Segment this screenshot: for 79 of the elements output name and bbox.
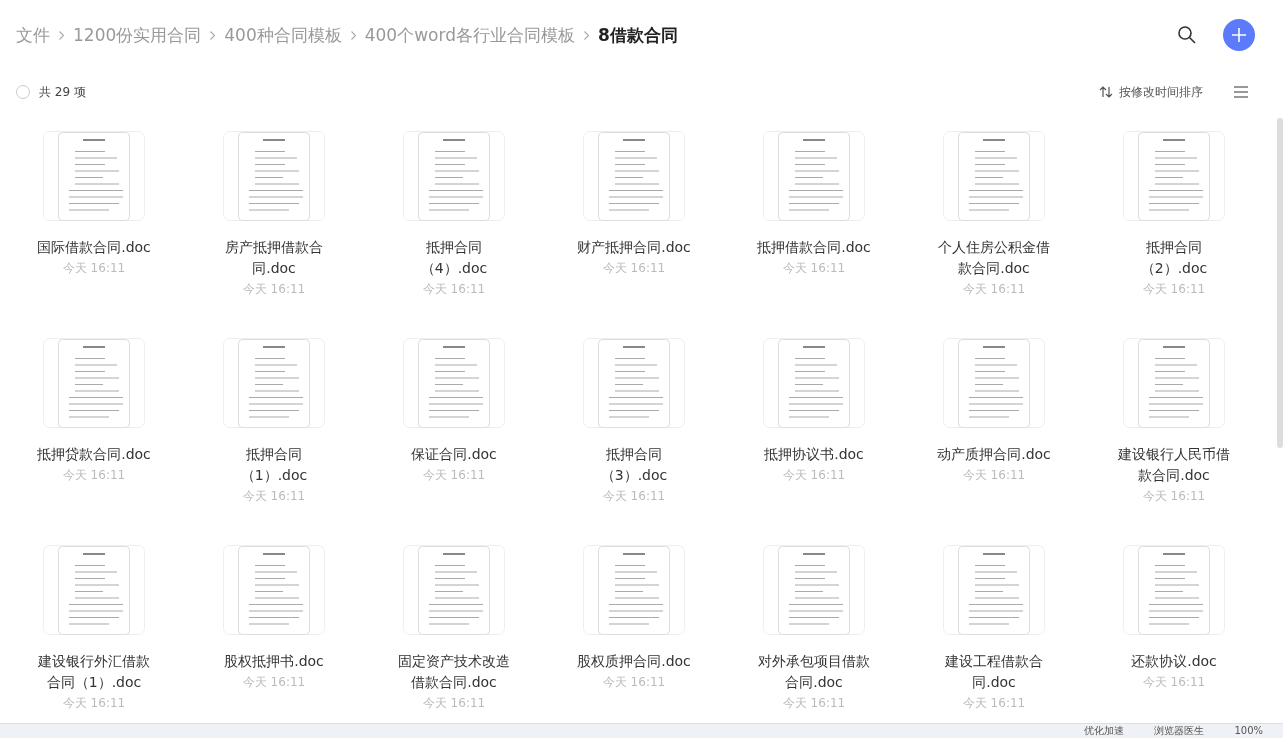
- file-name[interactable]: 对外承包项目借款合同.doc: [754, 651, 874, 693]
- document-thumbnail[interactable]: [943, 545, 1045, 635]
- document-thumbnail[interactable]: [1123, 131, 1225, 221]
- modified-time: 今天 16:11: [62, 467, 126, 484]
- file-name[interactable]: 财产抵押合同.doc: [574, 237, 694, 258]
- modified-time: 今天 16:11: [1142, 281, 1206, 298]
- file-name[interactable]: 股权质押合同.doc: [574, 651, 694, 672]
- file-name[interactable]: 建设银行外汇借款合同（1）.doc: [34, 651, 154, 693]
- item-count: 共 29 项: [39, 83, 86, 101]
- file-name[interactable]: 抵押合同（4）.doc: [394, 237, 514, 279]
- scrollbar[interactable]: [1277, 118, 1283, 448]
- file-name[interactable]: 房产抵押借款合同.doc: [214, 237, 334, 279]
- breadcrumb-item: 8借款合同: [597, 23, 678, 47]
- document-thumbnail[interactable]: [403, 338, 505, 428]
- document-thumbnail[interactable]: [403, 131, 505, 221]
- sort-button[interactable]: 按修改时间排序: [1099, 83, 1203, 101]
- menu-icon[interactable]: [1233, 86, 1249, 98]
- document-thumbnail[interactable]: [223, 338, 325, 428]
- modified-time: 今天 16:11: [782, 467, 846, 484]
- document-thumbnail[interactable]: [403, 545, 505, 635]
- chevron-icon: [210, 30, 216, 40]
- plus-icon: [1231, 27, 1247, 43]
- status-item[interactable]: 100%: [1234, 724, 1263, 738]
- chevron-icon: [583, 30, 589, 40]
- file-name[interactable]: 抵押协议书.doc: [754, 444, 874, 465]
- document-thumbnail[interactable]: [763, 131, 865, 221]
- file-name[interactable]: 个人住房公积金借款合同.doc: [934, 237, 1054, 279]
- modified-time: 今天 16:11: [962, 695, 1026, 712]
- modified-time: 今天 16:11: [62, 695, 126, 712]
- add-button[interactable]: [1223, 19, 1255, 51]
- file-name[interactable]: 保证合同.doc: [394, 444, 514, 465]
- document-thumbnail[interactable]: [223, 131, 325, 221]
- modified-time: 今天 16:11: [242, 281, 306, 298]
- document-thumbnail[interactable]: [1123, 338, 1225, 428]
- document-thumbnail[interactable]: [763, 545, 865, 635]
- file-name[interactable]: 建设工程借款合同.doc: [934, 651, 1054, 693]
- modified-time: 今天 16:11: [1142, 674, 1206, 691]
- document-thumbnail[interactable]: [1123, 545, 1225, 635]
- sort-icon: [1099, 86, 1113, 98]
- modified-time: 今天 16:11: [422, 281, 486, 298]
- document-thumbnail[interactable]: [43, 131, 145, 221]
- modified-time: 今天 16:11: [782, 260, 846, 277]
- modified-time: 今天 16:11: [242, 488, 306, 505]
- file-name[interactable]: 股权抵押书.doc: [214, 651, 334, 672]
- modified-time: 今天 16:11: [602, 488, 666, 505]
- document-thumbnail[interactable]: [943, 338, 1045, 428]
- modified-time: 今天 16:11: [782, 695, 846, 712]
- document-thumbnail[interactable]: [43, 545, 145, 635]
- modified-time: 今天 16:11: [602, 260, 666, 277]
- modified-time: 今天 16:11: [1142, 488, 1206, 505]
- modified-time: 今天 16:11: [962, 467, 1026, 484]
- file-name[interactable]: 还款协议.doc: [1114, 651, 1234, 672]
- modified-time: 今天 16:11: [602, 674, 666, 691]
- file-name[interactable]: 抵押贷款合同.doc: [34, 444, 154, 465]
- document-thumbnail[interactable]: [583, 545, 685, 635]
- document-thumbnail[interactable]: [583, 338, 685, 428]
- document-thumbnail[interactable]: [223, 545, 325, 635]
- document-thumbnail[interactable]: [943, 131, 1045, 221]
- file-name[interactable]: 抵押合同（2）.doc: [1114, 237, 1234, 279]
- status-item[interactable]: 浏览器医生: [1154, 724, 1205, 738]
- document-thumbnail[interactable]: [583, 131, 685, 221]
- chevron-icon: [59, 30, 64, 40]
- file-name[interactable]: 建设银行人民币借款合同.doc: [1114, 444, 1234, 486]
- file-name[interactable]: 国际借款合同.doc: [34, 237, 154, 258]
- modified-time: 今天 16:11: [62, 260, 126, 277]
- file-name[interactable]: 抵押借款合同.doc: [754, 237, 874, 258]
- modified-time: 今天 16:11: [422, 695, 486, 712]
- chevron-icon: [350, 30, 356, 40]
- search-icon[interactable]: [1177, 25, 1197, 45]
- status-item[interactable]: 优化加速: [1084, 724, 1125, 738]
- modified-time: 今天 16:11: [962, 281, 1026, 298]
- file-name[interactable]: 抵押合同（3）.doc: [574, 444, 694, 486]
- file-name[interactable]: 动产质押合同.doc: [934, 444, 1054, 465]
- file-name[interactable]: 抵押合同（1）.doc: [214, 444, 334, 486]
- modified-time: 今天 16:11: [422, 467, 486, 484]
- file-name[interactable]: 固定资产技术改造借款合同.doc: [394, 651, 514, 693]
- document-thumbnail[interactable]: [763, 338, 865, 428]
- document-thumbnail[interactable]: [43, 338, 145, 428]
- modified-time: 今天 16:11: [242, 674, 306, 691]
